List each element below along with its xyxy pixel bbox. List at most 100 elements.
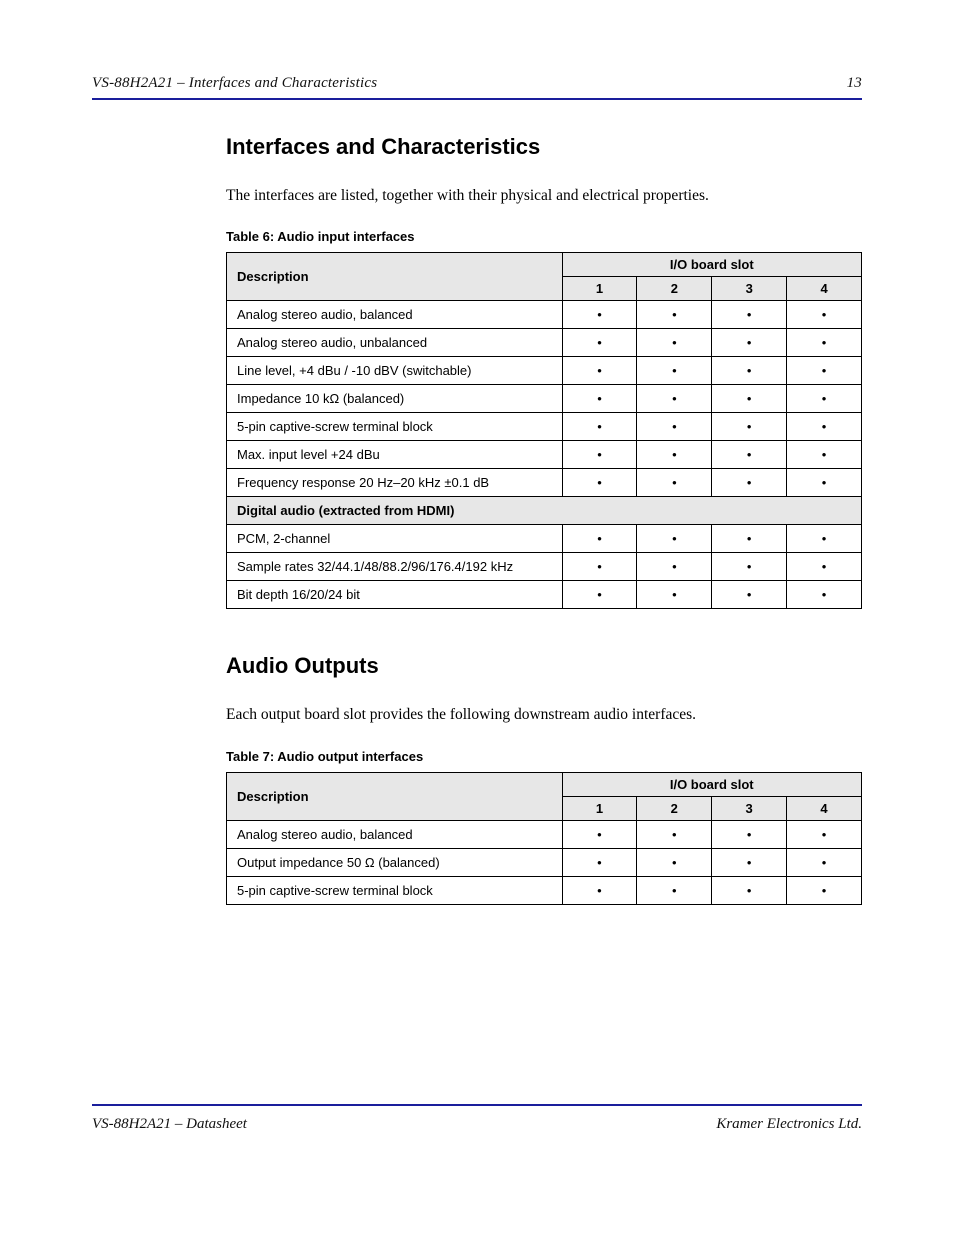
col-subheader: 3 (712, 796, 787, 820)
page: VS-88H2A21 – Interfaces and Characterist… (0, 0, 954, 1235)
row-description: 5-pin captive-screw terminal block (227, 876, 563, 904)
row-value: • (787, 329, 862, 357)
row-value: • (562, 820, 637, 848)
row-value: • (562, 385, 637, 413)
row-value: • (637, 385, 712, 413)
col-header-group: I/O board slot (562, 253, 861, 277)
row-description: Output impedance 50 Ω (balanced) (227, 848, 563, 876)
table-subsection: Digital audio (extracted from HDMI) (227, 497, 862, 525)
col-header-description: Description (227, 253, 563, 301)
row-value: • (637, 848, 712, 876)
row-description: Line level, +4 dBu / -10 dBV (switchable… (227, 357, 563, 385)
row-value: • (712, 385, 787, 413)
section-title-interfaces: Interfaces and Characteristics (226, 134, 862, 160)
row-value: • (787, 385, 862, 413)
row-value: • (562, 876, 637, 904)
table-row: Impedance 10 kΩ (balanced)•••• (227, 385, 862, 413)
col-subheader: 2 (637, 277, 712, 301)
table-row: Sample rates 32/44.1/48/88.2/96/176.4/19… (227, 553, 862, 581)
row-value: • (637, 876, 712, 904)
table-row: Analog stereo audio, balanced•••• (227, 820, 862, 848)
row-value: • (637, 469, 712, 497)
content: Interfaces and Characteristics The inter… (92, 134, 862, 905)
row-value: • (637, 413, 712, 441)
row-value: • (787, 876, 862, 904)
table-row: Bit depth 16/20/24 bit•••• (227, 581, 862, 609)
row-value: • (637, 581, 712, 609)
running-head-left: VS-88H2A21 – Interfaces and Characterist… (92, 75, 377, 92)
row-value: • (712, 525, 787, 553)
row-description: Analog stereo audio, unbalanced (227, 329, 563, 357)
row-value: • (712, 876, 787, 904)
row-value: • (787, 820, 862, 848)
row-description: Analog stereo audio, balanced (227, 820, 563, 848)
row-value: • (562, 581, 637, 609)
table-row: 5-pin captive-screw terminal block•••• (227, 413, 862, 441)
row-description: Impedance 10 kΩ (balanced) (227, 385, 563, 413)
row-description: Sample rates 32/44.1/48/88.2/96/176.4/19… (227, 553, 563, 581)
audio-input-table: DescriptionI/O board slot1234Analog ster… (226, 252, 862, 609)
footer-left: VS-88H2A21 – Datasheet (92, 1116, 247, 1133)
row-value: • (712, 441, 787, 469)
table-caption-6: Table 6: Audio input interfaces (226, 229, 862, 244)
col-subheader: 4 (787, 796, 862, 820)
row-description: 5-pin captive-screw terminal block (227, 413, 563, 441)
row-value: • (562, 413, 637, 441)
row-value: • (787, 848, 862, 876)
row-description: Frequency response 20 Hz–20 kHz ±0.1 dB (227, 469, 563, 497)
row-value: • (637, 357, 712, 385)
table-row: PCM, 2-channel•••• (227, 525, 862, 553)
row-value: • (562, 553, 637, 581)
col-subheader: 2 (637, 796, 712, 820)
header-rule (92, 98, 862, 100)
table-row: 5-pin captive-screw terminal block•••• (227, 876, 862, 904)
section-intro-audio-outputs: Each output board slot provides the foll… (226, 703, 862, 726)
col-subheader: 4 (787, 277, 862, 301)
col-subheader: 1 (562, 277, 637, 301)
row-value: • (562, 357, 637, 385)
row-description: PCM, 2-channel (227, 525, 563, 553)
row-description: Max. input level +24 dBu (227, 441, 563, 469)
table-row: Max. input level +24 dBu•••• (227, 441, 862, 469)
running-head-right: 13 (847, 75, 862, 92)
row-value: • (787, 441, 862, 469)
row-description: Analog stereo audio, balanced (227, 301, 563, 329)
table-row: Analog stereo audio, unbalanced•••• (227, 329, 862, 357)
row-value: • (562, 329, 637, 357)
row-description: Bit depth 16/20/24 bit (227, 581, 563, 609)
row-value: • (637, 553, 712, 581)
col-header-group: I/O board slot (562, 772, 862, 796)
col-header-description: Description (227, 772, 563, 820)
row-value: • (712, 301, 787, 329)
section-intro-interfaces: The interfaces are listed, together with… (226, 184, 862, 207)
row-value: • (712, 553, 787, 581)
table-row: Line level, +4 dBu / -10 dBV (switchable… (227, 357, 862, 385)
col-subheader: 3 (712, 277, 787, 301)
table-row: Output impedance 50 Ω (balanced)•••• (227, 848, 862, 876)
row-value: • (712, 469, 787, 497)
row-value: • (712, 820, 787, 848)
row-value: • (712, 581, 787, 609)
row-value: • (637, 329, 712, 357)
footer-right: Kramer Electronics Ltd. (716, 1116, 862, 1133)
audio-output-table: DescriptionI/O board slot1234Analog ster… (226, 772, 862, 905)
row-value: • (637, 525, 712, 553)
row-value: • (562, 301, 637, 329)
row-value: • (787, 581, 862, 609)
row-value: • (637, 301, 712, 329)
row-value: • (562, 525, 637, 553)
row-value: • (712, 329, 787, 357)
table-row: Frequency response 20 Hz–20 kHz ±0.1 dB •… (227, 469, 862, 497)
row-value: • (712, 357, 787, 385)
row-value: • (712, 848, 787, 876)
row-value: • (787, 553, 862, 581)
row-value: • (562, 441, 637, 469)
row-value: • (787, 525, 862, 553)
row-value: • (712, 413, 787, 441)
row-value: • (787, 413, 862, 441)
row-value: • (787, 469, 862, 497)
table-row: Analog stereo audio, balanced•••• (227, 301, 862, 329)
col-subheader: 1 (562, 796, 637, 820)
row-value: • (562, 848, 637, 876)
section-title-audio-outputs: Audio Outputs (226, 653, 862, 679)
